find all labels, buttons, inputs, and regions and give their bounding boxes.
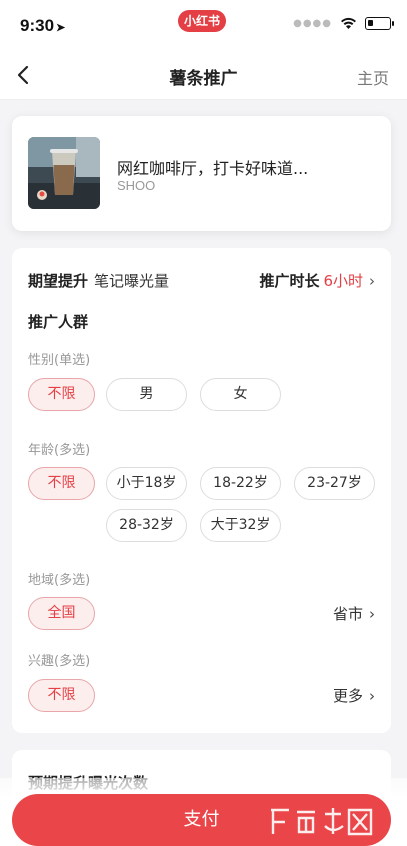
age-option-unlimited[interactable]: 不限 [28,467,95,500]
post-author: SHOO [117,178,156,193]
chevron-right-icon: › [369,272,375,290]
age-option-28-32[interactable]: 28-32岁 [106,509,187,542]
battery-icon [365,17,394,30]
age-option-over-32[interactable]: 大于32岁 [200,509,281,542]
duration-value: 6小时 [323,272,363,290]
duration-label: 推广时长 [259,272,320,290]
page-title: 薯条推广 [169,69,238,89]
goal-value: 笔记曝光量 [94,272,170,290]
age-option-23-27[interactable]: 23-27岁 [294,467,375,500]
goal-label: 期望提升 [28,272,89,290]
status-time: 9:30 ➤ [20,16,65,36]
interest-label: 兴趣(多选) [28,654,91,669]
post-card[interactable]: 网红咖啡厅，打卡好味道... SHOO [12,116,391,231]
status-bar: 9:30 ➤ 小红书 ●●●● [0,0,407,50]
age-option-18-22[interactable]: 18-22岁 [200,467,281,500]
age-option-under-18[interactable]: 小于18岁 [106,467,187,500]
signal-icon: ●●●● [293,18,332,29]
audience-title: 推广人群 [28,313,89,331]
age-label: 年龄(多选) [28,443,91,458]
location-arrow-icon: ➤ [56,22,66,34]
chevron-right-icon: › [369,605,375,623]
region-option-nationwide[interactable]: 全国 [28,597,95,630]
post-thumbnail [28,137,100,209]
more-link-label: 更多 [332,687,363,705]
gender-option-male[interactable]: 男 [106,378,187,411]
nav-bar: 薯条推广 主页 [0,50,407,100]
region-province-link[interactable]: 省市 › [333,603,375,624]
region-label: 地域(多选) [28,573,91,588]
interest-option-unlimited[interactable]: 不限 [28,679,95,712]
promotion-settings-card: 期望提升 笔记曝光量 推广时长 6小时 › 推广人群 性别(单选) 不限 男 女 年龄… [12,248,391,733]
province-link-label: 省市 [332,605,363,623]
status-indicators: ●●●● [293,17,394,30]
gender-option-unlimited[interactable]: 不限 [28,378,95,411]
watermark-logo [271,808,373,836]
interest-more-link[interactable]: 更多 › [333,685,375,706]
chevron-right-icon: › [369,687,375,705]
post-title: 网红咖啡厅，打卡好味道... [117,159,309,178]
home-link[interactable]: 主页 [357,65,389,89]
app-badge: 小红书 [178,10,226,32]
gender-label: 性别(单选) [28,353,91,368]
time-text: 9:30 [20,16,55,35]
wifi-icon [341,17,356,29]
duration-selector[interactable]: 推广时长 6小时 › [259,270,375,291]
gender-option-female[interactable]: 女 [200,378,281,411]
goal-row: 期望提升 笔记曝光量 推广时长 6小时 › [28,270,375,292]
